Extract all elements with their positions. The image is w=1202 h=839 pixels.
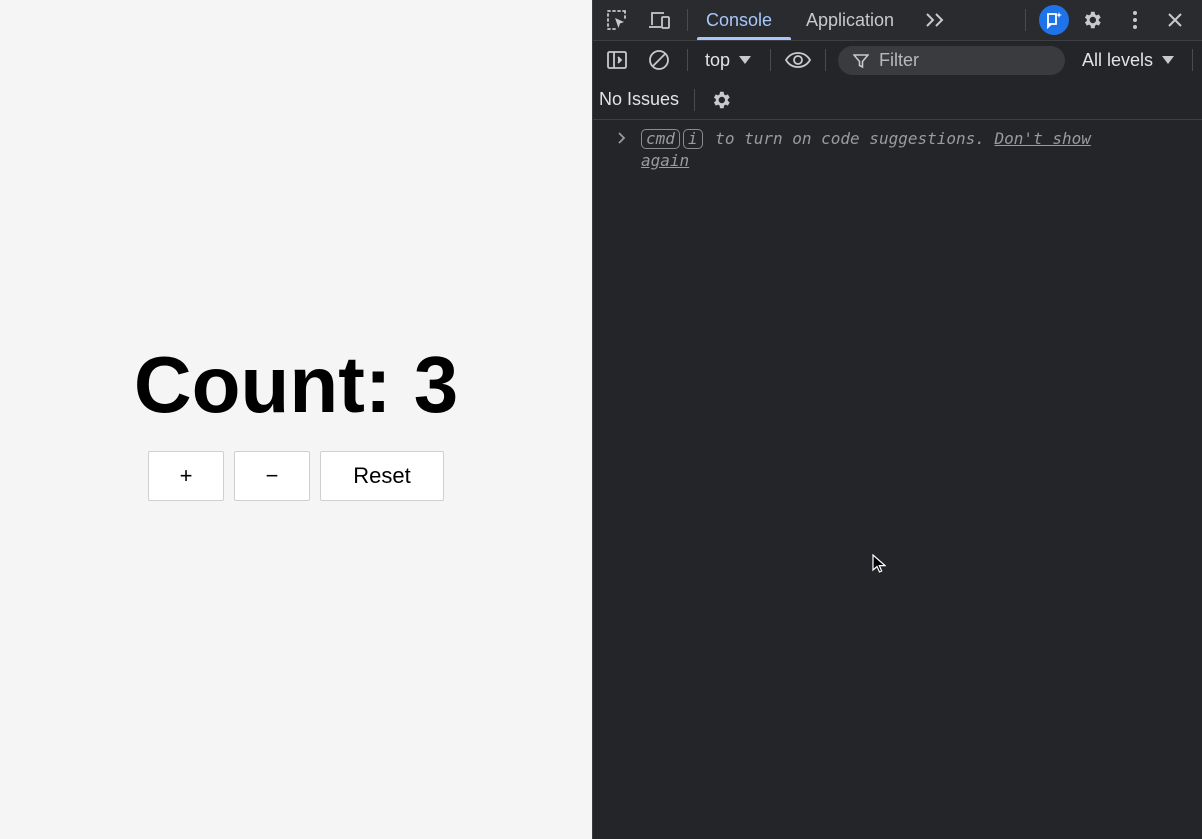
kbd-i: i xyxy=(682,129,703,149)
decrement-button[interactable]: − xyxy=(234,451,310,501)
eye-icon[interactable] xyxy=(784,49,812,71)
filter-placeholder: Filter xyxy=(879,50,919,70)
console-toolbar: top Filter All levels xyxy=(593,41,1202,79)
log-levels-select[interactable]: All levels xyxy=(1082,41,1175,79)
devtools-panel: Console Application top Filter All level… xyxy=(592,0,1202,839)
caret-down-icon xyxy=(739,56,752,64)
inspect-element-icon[interactable] xyxy=(605,8,629,32)
clear-console-icon[interactable] xyxy=(647,48,671,72)
page-viewport: Count: 3 + − Reset xyxy=(0,0,592,839)
ai-assistant-icon[interactable] xyxy=(1039,5,1069,35)
toolbar-separator-2 xyxy=(770,49,771,71)
console-settings-gear-icon[interactable] xyxy=(709,88,733,112)
active-tab-indicator xyxy=(697,37,791,40)
toolbar-separator-3 xyxy=(825,49,826,71)
toolbar-separator-4 xyxy=(1192,49,1193,71)
toolbar-separator xyxy=(687,49,688,71)
sidebar-toggle-icon[interactable] xyxy=(605,49,629,71)
kbd-cmd: cmd xyxy=(641,129,680,149)
reset-button[interactable]: Reset xyxy=(320,451,444,501)
close-icon[interactable] xyxy=(1163,8,1187,32)
context-select-value: top xyxy=(705,49,731,70)
gear-icon[interactable] xyxy=(1080,8,1104,32)
increment-button[interactable]: + xyxy=(148,451,224,501)
tab-console[interactable]: Console xyxy=(706,0,772,40)
chevron-double-right-icon[interactable] xyxy=(923,9,947,31)
filter-icon xyxy=(852,52,870,70)
tabbar-separator-2 xyxy=(1025,9,1026,31)
chevron-right-icon[interactable] xyxy=(615,130,629,146)
tab-application[interactable]: Application xyxy=(806,0,894,40)
issues-label[interactable]: No Issues xyxy=(599,80,679,119)
caret-down-icon xyxy=(1162,56,1175,64)
device-toolbar-icon[interactable] xyxy=(647,8,673,32)
issues-separator xyxy=(694,89,695,111)
console-output[interactable]: cmd i to turn on code suggestions. Don't … xyxy=(593,120,1202,839)
filter-input[interactable]: Filter xyxy=(838,46,1065,75)
console-message-text: to turn on code suggestions. xyxy=(705,129,995,148)
log-levels-value: All levels xyxy=(1082,49,1154,70)
mouse-cursor-icon xyxy=(872,553,887,579)
devtools-tabbar: Console Application xyxy=(593,0,1202,41)
count-heading: Count: 3 xyxy=(133,340,459,429)
console-message: cmd i to turn on code suggestions. Don't … xyxy=(641,128,1141,172)
context-select[interactable]: top xyxy=(705,41,752,79)
more-vertical-icon[interactable] xyxy=(1123,8,1147,32)
issues-bar: No Issues xyxy=(593,80,1202,120)
tabbar-separator xyxy=(687,9,688,31)
